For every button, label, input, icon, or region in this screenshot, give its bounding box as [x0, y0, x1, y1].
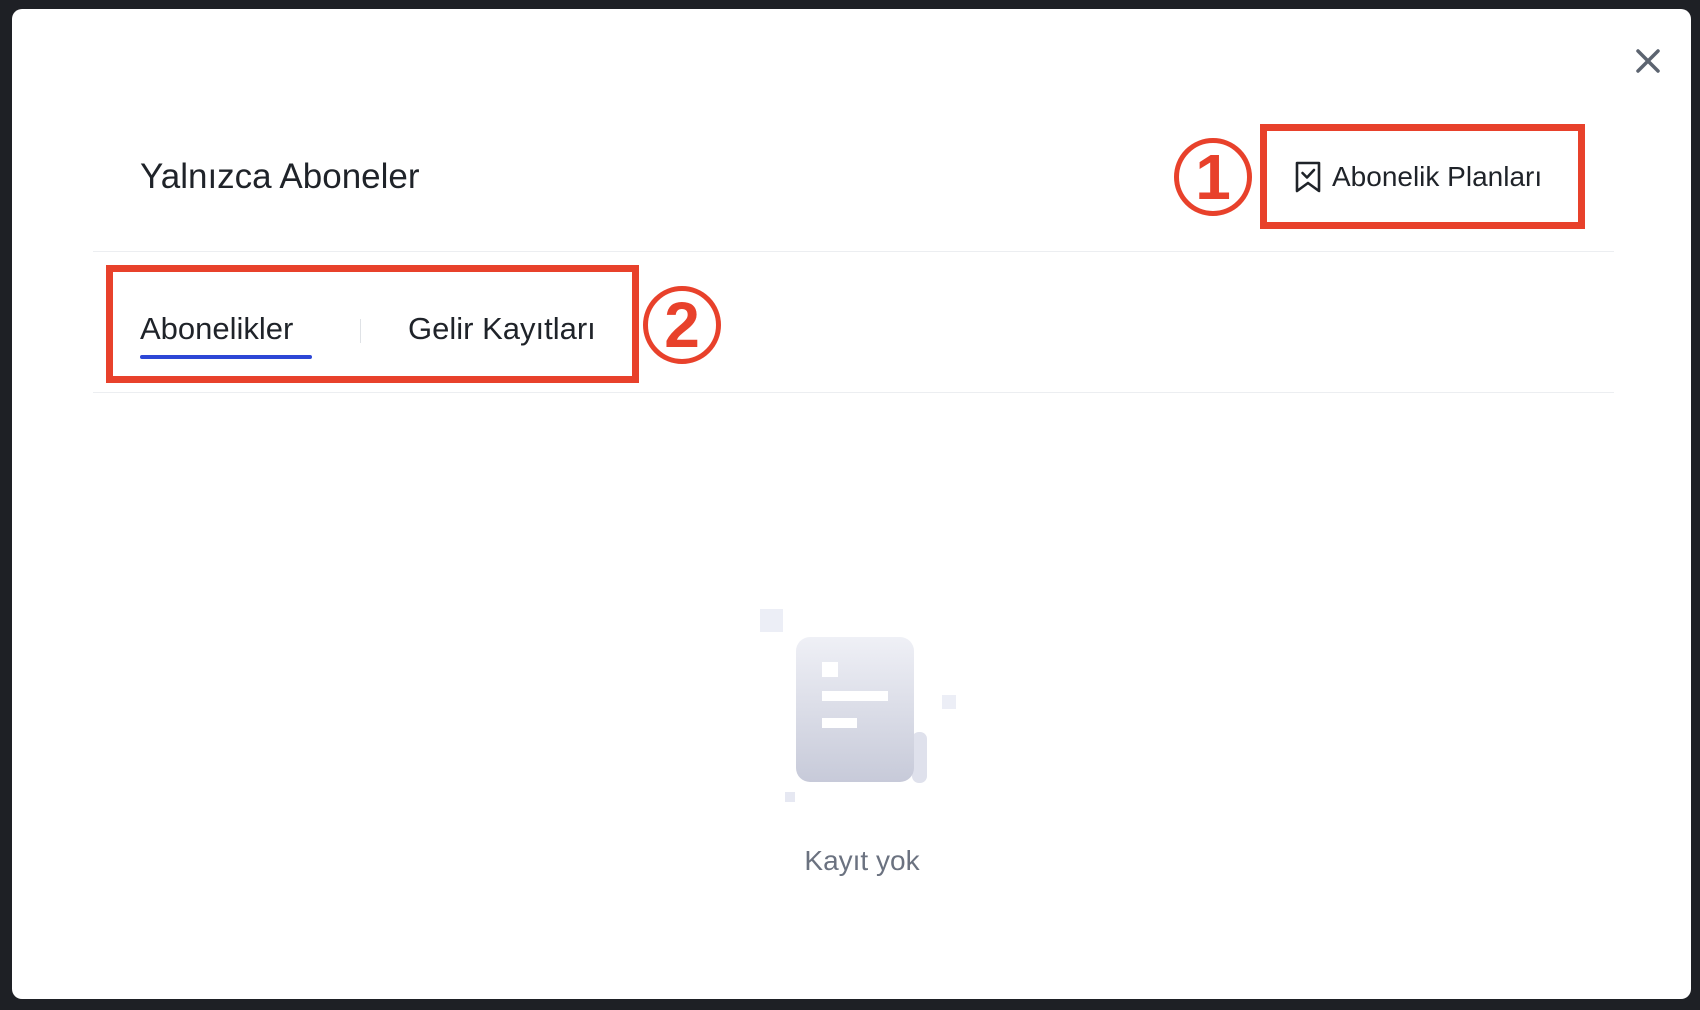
annotation-box-2 — [106, 265, 639, 383]
modal-title: Yalnızca Aboneler — [140, 157, 420, 196]
annotation-marker-1: 1 — [1174, 138, 1252, 216]
close-button[interactable] — [1628, 41, 1668, 81]
annotation-box-1 — [1260, 124, 1585, 229]
tabs-divider — [93, 392, 1614, 393]
close-icon — [1636, 49, 1660, 73]
header-divider — [93, 251, 1614, 252]
empty-document-icon — [752, 599, 972, 809]
empty-state-message: Kayıt yok — [804, 845, 920, 876]
annotation-marker-2: 2 — [643, 286, 721, 364]
